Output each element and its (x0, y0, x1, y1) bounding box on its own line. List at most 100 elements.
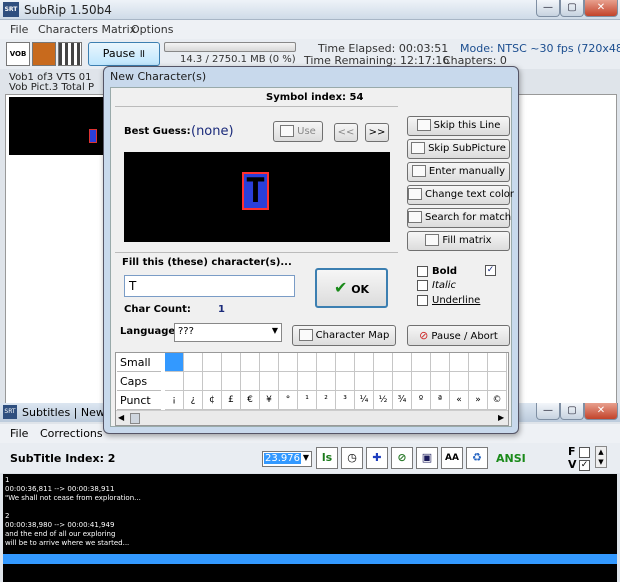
matrix-cell[interactable] (488, 353, 507, 372)
matrix-row-small[interactable]: Small (117, 353, 161, 372)
matrix-cell[interactable]: ¡ (165, 391, 184, 410)
matrix-cell[interactable] (336, 353, 355, 372)
matrix-cell[interactable] (203, 353, 222, 372)
subtitle-list[interactable]: 1 00:00:36,811 --> 00:00:38,911 "We shal… (3, 474, 617, 582)
matrix-cell[interactable] (431, 353, 450, 372)
subtitles-maximize-button[interactable]: ▢ (560, 403, 584, 420)
fill-matrix-button[interactable]: Fill matrix (407, 231, 510, 251)
underline-checkbox[interactable] (417, 295, 428, 306)
italic-checkbox[interactable] (417, 280, 428, 291)
minimize-button[interactable]: — (536, 0, 560, 17)
matrix-cell[interactable] (222, 372, 241, 391)
matrix-cell[interactable] (336, 372, 355, 391)
fill-input[interactable]: T (124, 275, 295, 297)
matrix-row-punct[interactable]: Punct (117, 391, 161, 410)
matrix-cell[interactable] (355, 372, 374, 391)
matrix-cell[interactable] (469, 353, 488, 372)
search-for-match-button[interactable]: Search for match (407, 208, 511, 228)
matrix-cell[interactable] (298, 372, 317, 391)
subtitles-minimize-button[interactable]: — (536, 403, 560, 420)
matrix-cell[interactable] (298, 353, 317, 372)
matrix-cell[interactable]: º (412, 391, 431, 410)
trash-icon[interactable]: ♻ (466, 447, 488, 469)
matrix-cell[interactable] (393, 372, 412, 391)
matrix-cell[interactable]: € (241, 391, 260, 410)
matrix-cell[interactable] (260, 353, 279, 372)
pause-abort-button[interactable]: ⊘ Pause / Abort (407, 325, 510, 346)
clock-icon[interactable]: ◷ (341, 447, 363, 469)
matrix-cell[interactable]: ¹ (298, 391, 317, 410)
change-text-color-button[interactable]: Change text color (407, 185, 514, 205)
matrix-cell[interactable] (374, 372, 393, 391)
matrix-cell-selected[interactable] (165, 353, 184, 372)
matrix-row-caps[interactable]: Caps (117, 372, 161, 391)
matrix-cell[interactable]: ¢ (203, 391, 222, 410)
matrix-cell[interactable] (184, 353, 203, 372)
matrix-cell[interactable]: ° (279, 391, 298, 410)
subtitles-menu-file[interactable]: File (10, 427, 28, 440)
bold-checkbox[interactable] (417, 266, 428, 277)
maximize-button[interactable]: ▢ (560, 0, 584, 17)
matrix-cell[interactable] (469, 372, 488, 391)
matrix-cell[interactable] (260, 372, 279, 391)
matrix-cell[interactable] (279, 372, 298, 391)
skip-subpicture-button[interactable]: Skip SubPicture (407, 139, 510, 159)
matrix-cell[interactable] (317, 372, 336, 391)
vob-icon[interactable]: VOB (6, 42, 30, 66)
matrix-cell[interactable] (241, 353, 260, 372)
v-checkbox[interactable]: ✓ (579, 460, 590, 471)
matrix-icon[interactable] (58, 42, 82, 66)
character-matrix[interactable]: Small Caps Punct ¡ ¿ ¢ £ € ¥ ° ¹ ² ³ ¼ ½ ¾ º ª «» © ◀ ▶ (115, 352, 509, 426)
matrix-cell[interactable]: » (469, 391, 488, 410)
skip-line-button[interactable]: Skip this Line (407, 116, 510, 136)
spinner[interactable]: ▲ ▼ (595, 446, 607, 468)
matrix-cell[interactable] (431, 372, 450, 391)
matrix-cell[interactable] (241, 372, 260, 391)
use-button[interactable]: Use (273, 121, 323, 142)
menu-file[interactable]: File (10, 23, 28, 36)
no-entry-icon[interactable]: ⊘ (391, 447, 413, 469)
matrix-cell[interactable]: ¥ (260, 391, 279, 410)
matrix-cell[interactable] (412, 353, 431, 372)
matrix-cell[interactable]: ³ (336, 391, 355, 410)
ls-icon[interactable]: ls (316, 447, 338, 469)
matrix-cell[interactable] (355, 353, 374, 372)
close-button[interactable]: ✕ (584, 0, 618, 17)
scroll-left-icon[interactable]: ◀ (118, 413, 124, 422)
matrix-cell[interactable]: ª (431, 391, 450, 410)
matrix-cell[interactable] (165, 372, 184, 391)
matrix-cell[interactable]: © (488, 391, 507, 410)
film-icon[interactable] (32, 42, 56, 66)
matrix-cell[interactable]: ¾ (393, 391, 412, 410)
matrix-cell[interactable]: ¿ (184, 391, 203, 410)
subtitles-close-button[interactable]: ✕ (584, 403, 618, 420)
subtitles-menu-corrections[interactable]: Corrections (40, 427, 103, 440)
font-icon[interactable]: AA (441, 447, 463, 469)
matrix-cell[interactable] (450, 372, 469, 391)
pause-button[interactable]: Pause ॥ (88, 42, 160, 66)
matrix-cell[interactable] (450, 353, 469, 372)
matrix-grid[interactable]: ¡ ¿ ¢ £ € ¥ ° ¹ ² ³ ¼ ½ ¾ º ª «» © (165, 353, 508, 410)
character-map-button[interactable]: Character Map (292, 325, 396, 346)
matrix-cell[interactable]: « (450, 391, 469, 410)
f-checkbox[interactable] (579, 447, 590, 458)
matrix-cell[interactable] (279, 353, 298, 372)
fps-select[interactable]: 23.976 ▼ (262, 451, 312, 467)
previous-button[interactable]: << (334, 123, 358, 142)
matrix-scrollbar[interactable]: ◀ ▶ (116, 410, 508, 425)
matrix-cell[interactable]: ² (317, 391, 336, 410)
matrix-cell[interactable]: ½ (374, 391, 393, 410)
matrix-cell[interactable] (222, 353, 241, 372)
matrix-cell[interactable] (374, 353, 393, 372)
matrix-cell[interactable] (184, 372, 203, 391)
matrix-cell[interactable] (488, 372, 507, 391)
scroll-right-icon[interactable]: ▶ (498, 413, 504, 422)
matrix-cell[interactable] (393, 353, 412, 372)
matrix-cell[interactable]: £ (222, 391, 241, 410)
extra-checkbox[interactable]: ✓ (485, 265, 496, 276)
next-button[interactable]: >> (365, 123, 389, 142)
save-icon[interactable]: ▣ (416, 447, 438, 469)
enter-manually-button[interactable]: Enter manually (407, 162, 510, 182)
matrix-cell[interactable] (412, 372, 431, 391)
language-select[interactable]: ??? ▼ (174, 323, 282, 342)
